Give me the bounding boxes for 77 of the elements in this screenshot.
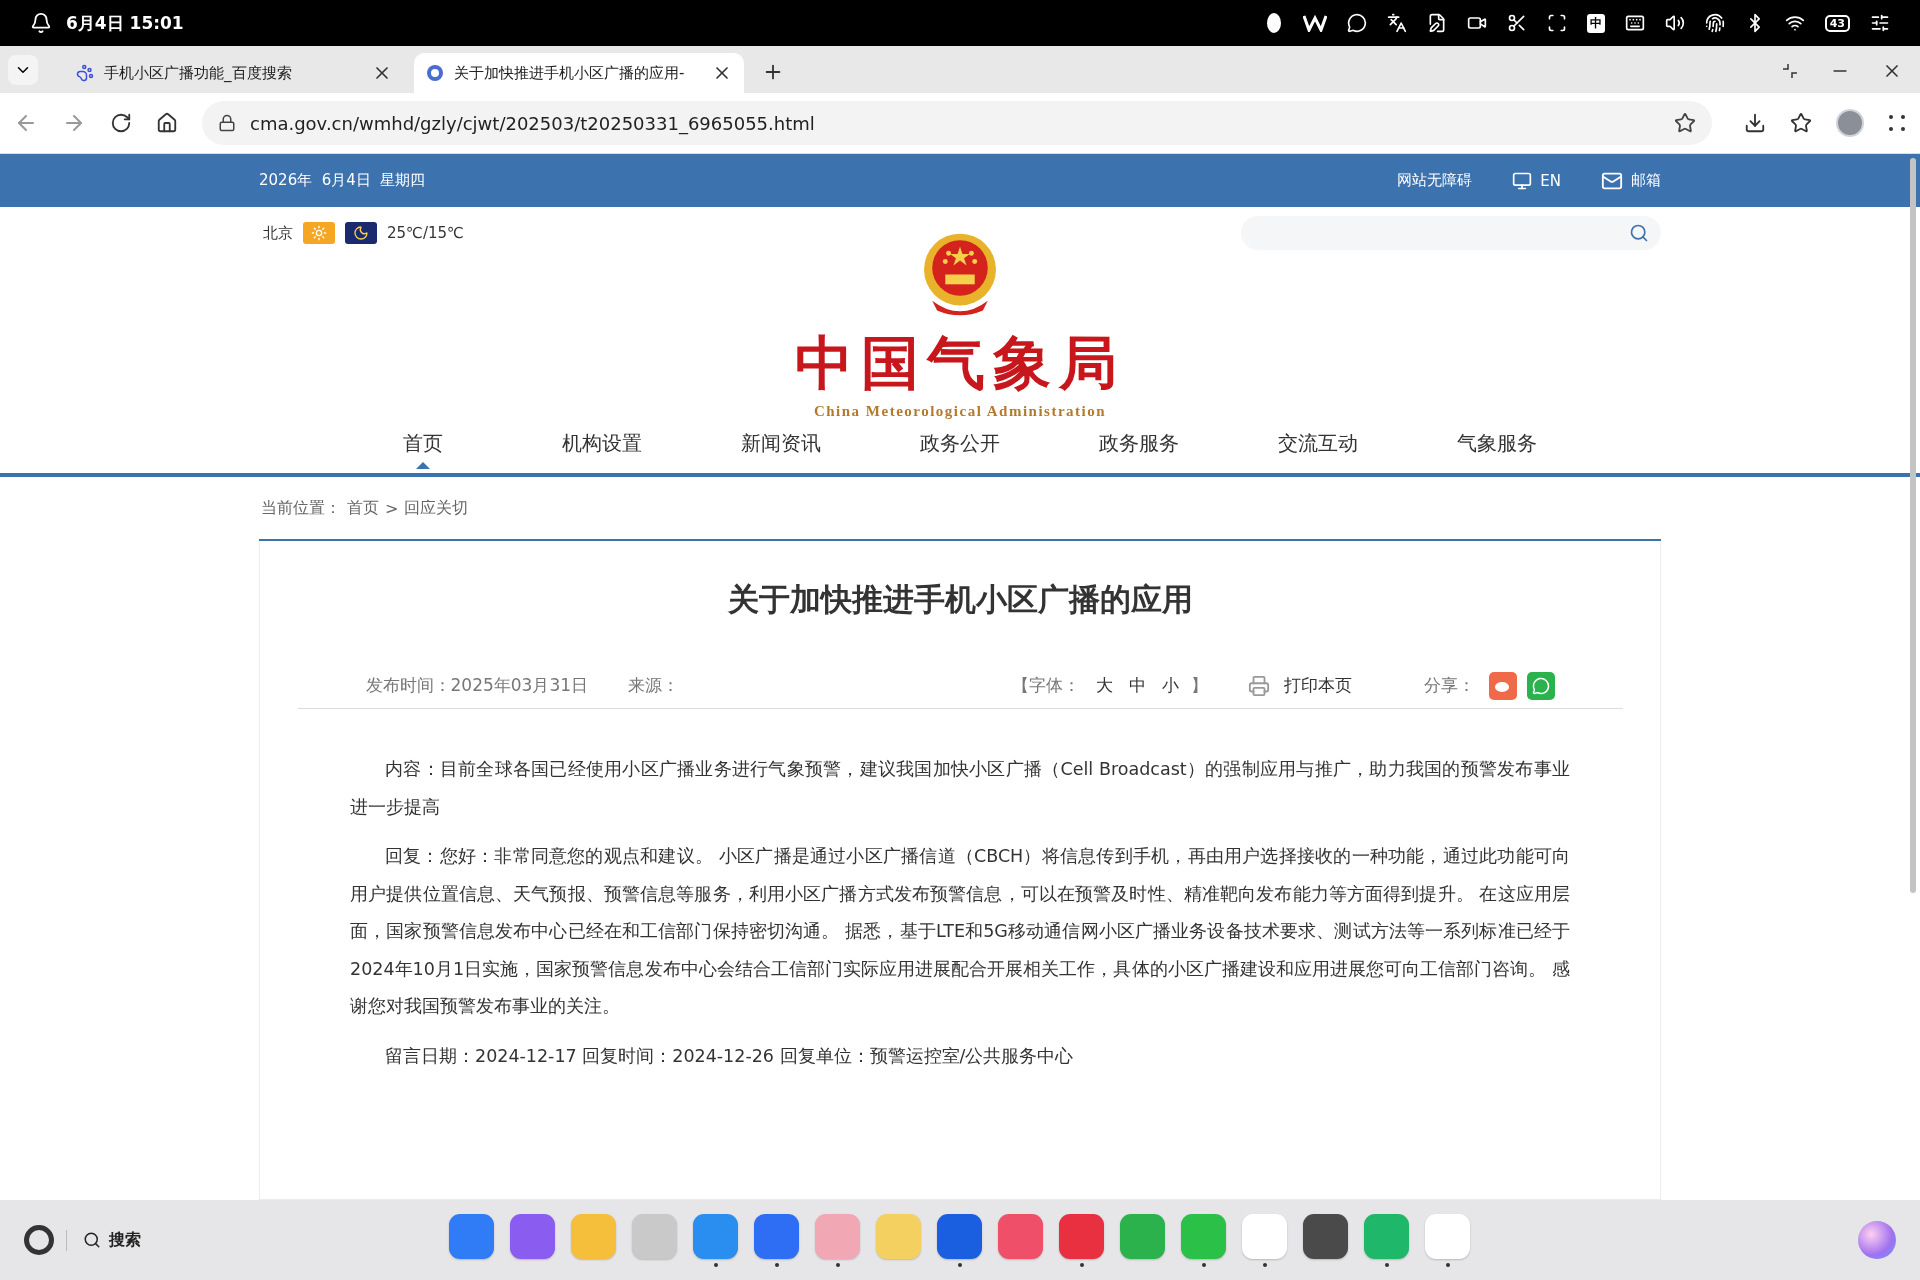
home-icon[interactable]	[156, 112, 178, 134]
font-size-bracket: 】	[1190, 674, 1208, 697]
breadcrumb-label: 当前位置：	[261, 497, 341, 519]
temperature-text: 25℃/15℃	[387, 224, 464, 242]
assistant-orb-icon[interactable]	[1858, 1221, 1896, 1259]
nav-item[interactable]: 机构设置	[512, 420, 692, 469]
font-size-label: 【字体：	[1011, 674, 1080, 697]
lock-icon	[218, 114, 236, 132]
profile-avatar[interactable]	[1836, 109, 1864, 137]
star-icon[interactable]	[1674, 112, 1696, 134]
nav-item[interactable]: 首页	[333, 420, 513, 469]
printer-icon	[1247, 674, 1270, 697]
scissors-icon	[1506, 13, 1527, 33]
fingerprint-icon	[1704, 13, 1725, 33]
nav-item[interactable]: 新闻资讯	[691, 420, 871, 469]
zigzag-icon	[1302, 14, 1327, 32]
settings-sliders-icon	[1870, 13, 1890, 33]
date-text: 2026年 6月4日 星期四	[259, 171, 426, 190]
bell-icon	[30, 12, 52, 34]
translate-icon	[1386, 13, 1407, 33]
download-icon[interactable]	[1744, 112, 1766, 134]
search-icon	[83, 1231, 101, 1249]
article-title: 关于加快推进手机小区广播的应用	[727, 580, 1193, 619]
address-bar[interactable]: cma.gov.cn/wmhd/gzly/cjwt/202503/t20250331_6965055.html	[202, 101, 1712, 145]
breadcrumb-separator: >	[385, 498, 399, 518]
nav-item[interactable]: 交流互动	[1228, 420, 1408, 469]
browser-tab[interactable]: 关于加快推进手机小区广播的应用-	[414, 53, 744, 93]
reload-icon[interactable]	[110, 112, 132, 134]
breadcrumb-link[interactable]: 回应关切	[404, 497, 469, 519]
monitor-icon	[1512, 170, 1533, 191]
restore-icon[interactable]	[1782, 63, 1798, 79]
ring-icon[interactable]	[24, 1225, 54, 1255]
site-logo-subtitle: China Meteorological Administration	[813, 403, 1107, 420]
site-logo-title: 中国气象局	[795, 328, 1125, 399]
moon-icon	[345, 222, 377, 244]
article-paragraph: 内容：目前全球各国已经使用小区广播业务进行气象预警，建议我国加快小区广播（Cell Broadcast）的强制应用与推广，助力我国的预警发布事业进一步提高	[350, 758, 1570, 819]
paw-icon	[76, 64, 94, 82]
search-field[interactable]	[1241, 216, 1661, 250]
font-size-option[interactable]: 小	[1161, 674, 1179, 697]
tab-list-button[interactable]	[8, 55, 38, 85]
print-link[interactable]: 打印本页	[1247, 674, 1352, 697]
share-label: 分享：	[1423, 674, 1475, 697]
app-icon[interactable]	[754, 1213, 799, 1259]
chat-icon	[1346, 13, 1367, 33]
article-paragraph: 留言日期：2024-12-17 回复时间：2024-12-26 回复单位：预警运控室/公共服务中心	[384, 1044, 1075, 1068]
city-name: 北京	[263, 223, 293, 243]
app-icon[interactable]	[510, 1213, 555, 1259]
breadcrumb-link[interactable]: 首页	[347, 497, 379, 519]
nav-item[interactable]: 政务公开	[870, 420, 1050, 469]
keyboard-icon	[1624, 13, 1645, 33]
header-link[interactable]: 邮箱	[1601, 169, 1661, 192]
input-method-indicator: 中	[1586, 13, 1605, 33]
search-button[interactable]: 搜索	[66, 1229, 141, 1251]
wifi-icon	[1784, 13, 1805, 33]
header-link[interactable]: EN	[1512, 170, 1561, 191]
clock-time: 6月4日 15:01	[66, 11, 184, 35]
scrollbar[interactable]	[1910, 158, 1916, 893]
browser-tab[interactable]: 手机小区广播功能_百度搜索	[64, 53, 404, 93]
app-icon[interactable]	[1303, 1213, 1348, 1259]
header-link[interactable]: 网站无障碍	[1397, 171, 1473, 190]
screenshot-icon	[1546, 13, 1567, 33]
app-icon[interactable]	[1059, 1213, 1104, 1259]
nav-item[interactable]: 气象服务	[1407, 420, 1587, 469]
app-icon[interactable]	[937, 1213, 982, 1259]
font-size-option[interactable]: 中	[1128, 674, 1146, 697]
more-dots-icon[interactable]	[1888, 114, 1906, 132]
article-paragraph: 回复：您好：非常同意您的观点和建议。 小区广播是通过小区广播信道（CBCH）将信息传到手机，再由用户选择接收的一种功能，通过此功能可向用户提供位置信息、天气预报、预警信息等服务，利用小区广播方式发布预警信息，可以在预警及时性、精准靶向发布能力等方面得到提升。 在这应用层面，国家预警信息发布中心已经在和工信部门保持密切沟通。 据悉，基于LTE和5G移动通信网小区广播业务设备技术要求、测试方法等一系列标准已经于2024年10月1日实施，国家预警信息发布中心会结合工信部门实际应用进展配合开展相关工作，具体的小区广播建设和应用进展您可向工信部门咨询。 感谢您对我国预警发布事业的关注。	[350, 845, 1570, 1018]
battery-level: 43	[1824, 14, 1850, 32]
favorites-icon[interactable]	[1790, 112, 1812, 134]
nav-item[interactable]: 政务服务	[1049, 420, 1229, 469]
publish-date: 发布时间：2025年03月31日	[365, 674, 589, 697]
app-icon[interactable]	[449, 1213, 494, 1259]
search-icon[interactable]	[1629, 223, 1649, 243]
share-chat-icon[interactable]	[1526, 671, 1555, 700]
volume-icon	[1664, 13, 1685, 33]
source-label: 来源：	[628, 674, 680, 697]
font-size-option[interactable]: 大	[1095, 674, 1113, 697]
